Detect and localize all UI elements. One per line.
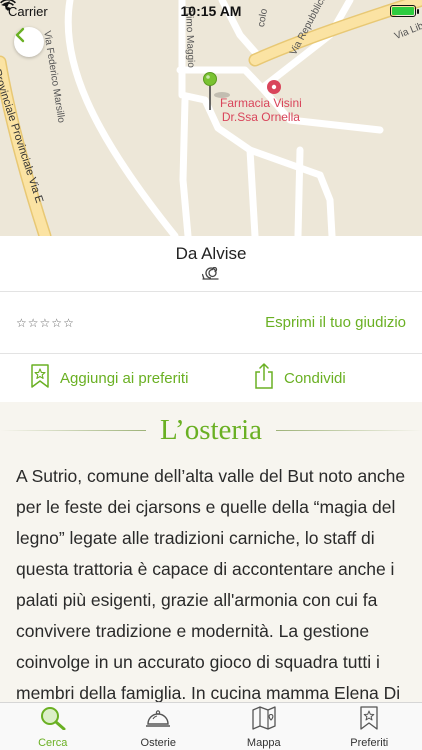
add-favorite-button[interactable]: Aggiungi ai preferiti (0, 364, 198, 392)
map-icon (251, 706, 277, 735)
section-header: L’osteria (0, 402, 422, 458)
venue-name: Da Alvise (175, 244, 247, 263)
tab-label: Osterie (140, 737, 176, 749)
star-icon[interactable]: ☆ (40, 317, 51, 329)
battery-fill (392, 7, 414, 15)
poi-owner: Dr.Ssa Ornella (221, 110, 300, 124)
rating-row: ☆ ☆ ☆ ☆ ☆ Esprimi il tuo giudizio (0, 292, 422, 354)
tab-preferiti[interactable]: Preferiti (317, 703, 422, 750)
share-label: Condividi (284, 369, 346, 387)
actions-row: Aggiungi ai preferiti Condividi (0, 354, 422, 402)
share-icon (254, 363, 274, 393)
tab-cerca[interactable]: Cerca (0, 703, 106, 750)
star-icon[interactable]: ☆ (16, 317, 27, 329)
status-time: 10:15 AM (180, 3, 242, 19)
add-favorite-label: Aggiungi ai preferiti (60, 369, 189, 387)
search-icon (40, 706, 66, 735)
snail-icon (0, 266, 422, 286)
divider (276, 429, 422, 431)
venue-header: Da Alvise (0, 236, 422, 292)
tab-label: Cerca (38, 737, 68, 749)
article-text: A Sutrio, comune dell’alta valle del But… (16, 466, 406, 702)
bookmark-star-icon (358, 706, 380, 735)
poi-label[interactable]: Farmacia Visini Dr.Ssa Ornella (220, 96, 302, 124)
star-icon[interactable]: ☆ (63, 317, 74, 329)
tab-osterie[interactable]: Osterie (106, 703, 212, 750)
battery-icon (390, 5, 419, 17)
section-title: L’osteria (160, 413, 263, 446)
divider (0, 429, 146, 431)
tab-label: Mappa (246, 737, 281, 749)
tab-mappa[interactable]: Mappa (211, 703, 317, 750)
star-rating[interactable]: ☆ ☆ ☆ ☆ ☆ (16, 317, 74, 329)
bookmark-star-icon (30, 364, 50, 392)
status-bar: Carrier 10:15 AM (0, 0, 422, 22)
star-icon[interactable]: ☆ (51, 317, 62, 329)
rate-link[interactable]: Esprimi il tuo giudizio (265, 314, 406, 331)
cloche-icon (145, 706, 171, 735)
tab-label: Preferiti (350, 737, 389, 749)
star-icon[interactable]: ☆ (28, 317, 39, 329)
tab-bar: Cerca Osterie Mappa Preferiti (0, 702, 422, 750)
share-button[interactable]: Condividi (198, 363, 422, 393)
back-button[interactable] (14, 27, 44, 57)
article-section[interactable]: L’osteria A Sutrio, comune dell’alta val… (0, 402, 422, 702)
poi-name: Farmacia Visini (220, 96, 302, 110)
map-view[interactable]: Carrier 10:15 AM Via Federico Marsillo P… (0, 0, 422, 236)
